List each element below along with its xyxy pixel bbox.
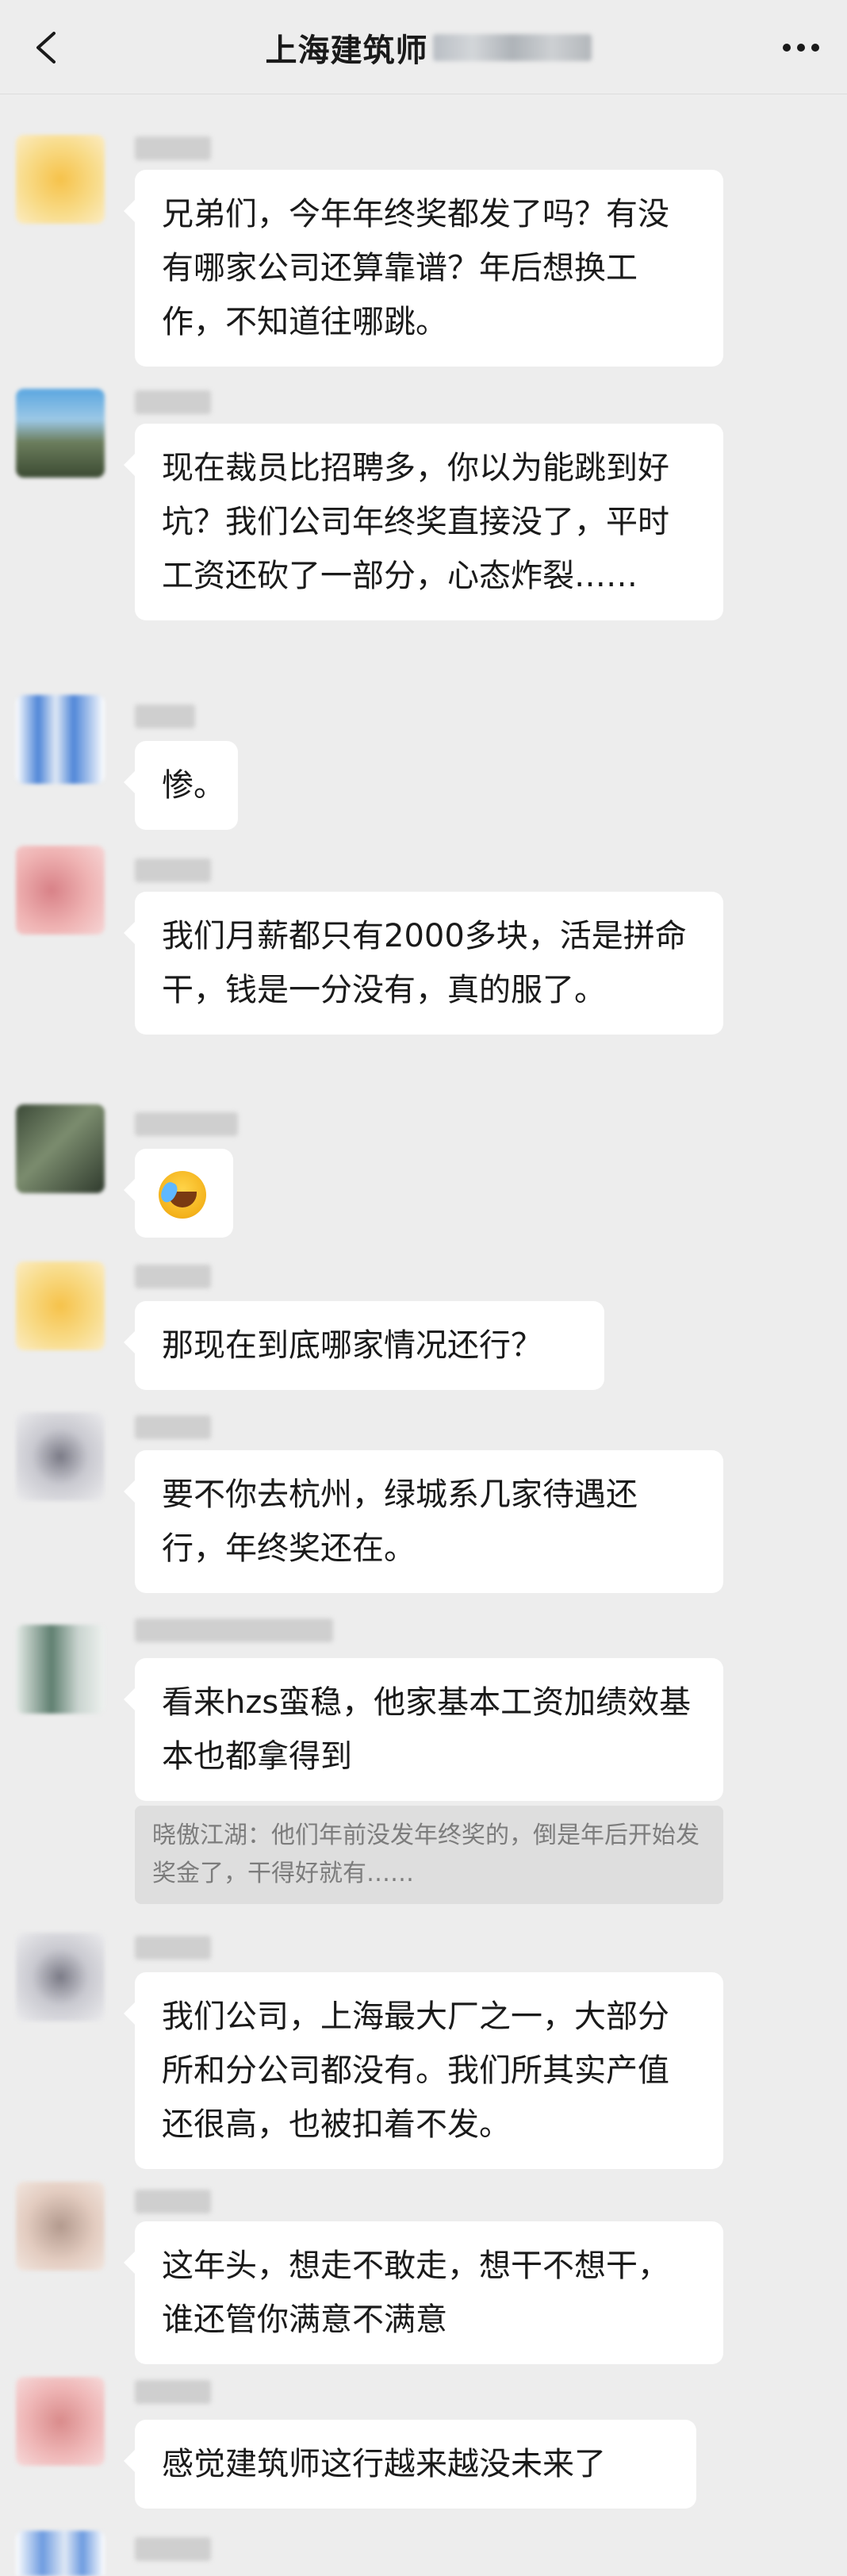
avatar[interactable] [16,389,105,478]
message-bubble[interactable]: 看来hzs蛮稳，他家基本工资加绩效基本也都拿得到 [124,1658,723,1801]
sender-name [135,2380,211,2404]
message-text: 兄弟们，今年年终奖都发了吗？有没有哪家公司还算靠谱？年后想换工作，不知道往哪跳。 [162,196,669,340]
more-options-icon[interactable] [779,32,823,63]
sender-name [135,1415,211,1439]
avatar[interactable] [16,846,105,935]
chat-title: 上海建筑师 [206,24,650,71]
sender-name [135,136,211,160]
quoted-reply[interactable]: 晓傲江湖：他们年前没发年终奖的，倒是年后开始发奖金了，干得好就有…… [135,1806,723,1904]
message-bubble[interactable]: 我们月薪都只有2000多块，活是拼命干，钱是一分没有，真的服了。 [124,892,723,1035]
avatar[interactable] [16,135,105,224]
message-bubble[interactable]: 现在裁员比招聘多，你以为能跳到好坑？我们公司年终奖直接没了，平时工资还砍了一部分… [124,424,723,620]
message-text: 这年头，想走不敢走，想干不想干，谁还管你满意不满意 [162,2248,669,2338]
message-text: 我们月薪都只有2000多块，活是拼命干，钱是一分没有，真的服了。 [162,918,687,1008]
message-bubble[interactable]: 要不你去杭州，绿城系几家待遇还行，年终奖还在。 [124,1450,723,1593]
message-bubble[interactable] [124,1149,233,1238]
message-text: 惨。 [162,767,225,804]
avatar[interactable] [16,2377,105,2466]
sender-name [135,2537,211,2561]
message-text: 我们公司，上海最大厂之一，大部分所和分公司都没有。我们所其实产值还很高，也被扣着… [162,1998,669,2143]
sender-name [135,704,195,728]
message-bubble[interactable]: 那现在到底哪家情况还行？ [124,1301,604,1390]
avatar[interactable] [16,1412,105,1501]
avatar[interactable] [16,1261,105,1350]
blurred-title-suffix [432,34,592,61]
message-bubble[interactable]: 惨。 [124,741,238,830]
message-bubble[interactable]: 这年头，想走不敢走，想干不想干，谁还管你满意不满意 [124,2221,723,2364]
message-bubble[interactable]: 兄弟们，今年年终奖都发了吗？有没有哪家公司还算靠谱？年后想换工作，不知道往哪跳。 [124,170,723,367]
avatar[interactable] [16,1104,105,1193]
sender-name [135,2190,211,2213]
sender-name [135,858,211,882]
laughing-crying-emoji-icon [159,1171,206,1219]
avatar[interactable] [16,2531,105,2576]
chat-header: 上海建筑师 [0,0,847,94]
avatar[interactable] [16,1933,105,2021]
message-bubble[interactable]: 我们公司，上海最大厂之一，大部分所和分公司都没有。我们所其实产值还很高，也被扣着… [124,1972,723,2169]
sender-name [135,1112,238,1136]
sender-name [135,390,211,414]
message-text: 看来hzs蛮稳，他家基本工资加绩效基本也都拿得到 [162,1684,692,1775]
avatar[interactable] [16,2182,105,2271]
message-bubble[interactable]: 感觉建筑师这行越来越没未来了 [124,2420,696,2509]
avatar[interactable] [16,695,105,784]
message-text: 感觉建筑师这行越来越没未来了 [162,2446,606,2482]
sender-name [135,1936,211,1960]
sender-name [135,1618,333,1642]
message-text: 要不你去杭州，绿城系几家待遇还行，年终奖还在。 [162,1476,638,1567]
message-text: 那现在到底哪家情况还行？ [162,1327,542,1364]
back-arrow-icon[interactable] [27,27,68,68]
avatar[interactable] [16,1625,105,1714]
chat-title-text: 上海建筑师 [265,33,428,69]
sender-name [135,1265,211,1288]
quoted-reply-text: 晓傲江湖：他们年前没发年终奖的，倒是年后开始发奖金了，干得好就有…… [152,1822,699,1887]
message-text: 现在裁员比招聘多，你以为能跳到好坑？我们公司年终奖直接没了，平时工资还砍了一部分… [162,450,669,594]
